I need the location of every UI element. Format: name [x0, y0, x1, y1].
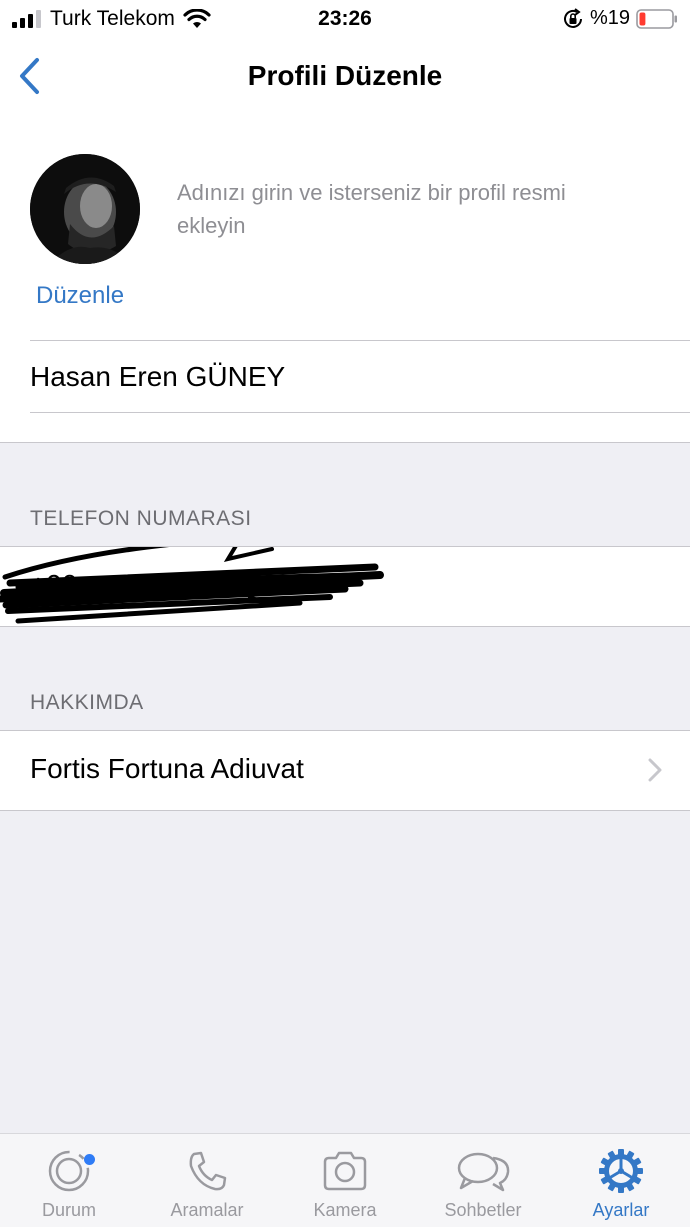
screen: Turk Telekom 23:26 %19 Profili Düzenle A… — [0, 0, 690, 1227]
tab-kamera[interactable]: Kamera — [276, 1134, 414, 1227]
about-value: Fortis Fortuna Adiuvat — [30, 753, 304, 784]
wifi-icon — [183, 9, 211, 28]
tab-label: Aramalar — [170, 1200, 244, 1220]
name-field[interactable]: Hasan Eren GÜNEY — [30, 340, 690, 413]
avatar-photo — [30, 154, 140, 264]
about-section-header: HAKKIMDA — [30, 691, 144, 714]
tab-label: Ayarlar — [592, 1200, 650, 1220]
tab-sohbetler[interactable]: Sohbetler — [414, 1134, 552, 1227]
phone-icon — [189, 1151, 227, 1191]
page-title: Profili Düzenle — [247, 60, 443, 91]
nav-bar: Profili Düzenle — [0, 40, 690, 114]
redaction-scribble — [0, 547, 384, 624]
chats-icon — [457, 1152, 510, 1192]
profile-section: Adınızı girin ve isterseniz bir profil r… — [0, 114, 690, 443]
orientation-lock-icon — [563, 7, 582, 28]
settings-icon — [599, 1149, 643, 1193]
camera-icon — [323, 1151, 367, 1191]
tab-label: Sohbetler — [444, 1200, 522, 1220]
tab-aramalar[interactable]: Aramalar — [138, 1134, 276, 1227]
status-notification-dot — [84, 1154, 95, 1165]
phone-row: +90 — [0, 546, 690, 627]
back-button[interactable] — [12, 56, 46, 96]
name-value: Hasan Eren GÜNEY — [30, 360, 286, 392]
tab-ayarlar[interactable]: Ayarlar — [552, 1134, 690, 1227]
signal-icon — [12, 10, 41, 28]
tab-durum[interactable]: Durum — [0, 1134, 138, 1227]
carrier-name: Turk Telekom — [50, 7, 175, 30]
battery-percent: %19 — [589, 7, 630, 29]
edit-photo-button[interactable]: Düzenle — [36, 282, 124, 310]
tab-bar: Durum Aramalar Kamera Sohbetler Ayarlar — [0, 1133, 690, 1227]
battery-icon — [636, 8, 677, 29]
chevron-left-icon — [20, 58, 39, 94]
chevron-right-icon — [648, 758, 662, 782]
phone-section-header: TELEFON NUMARASI — [30, 507, 252, 530]
about-row[interactable]: Fortis Fortuna Adiuvat — [0, 730, 690, 811]
profile-hint: Adınızı girin ve isterseniz bir profil r… — [177, 180, 566, 238]
status-bar: Turk Telekom 23:26 %19 — [0, 0, 690, 40]
avatar[interactable] — [30, 154, 140, 264]
tab-label: Kamera — [313, 1200, 377, 1220]
tab-label: Durum — [41, 1200, 96, 1220]
